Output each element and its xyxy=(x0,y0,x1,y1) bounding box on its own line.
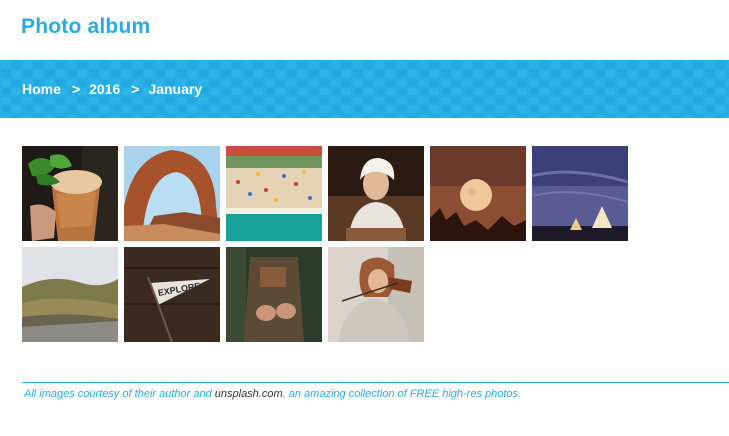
footer-divider xyxy=(22,382,729,383)
photo-leather-apron-crafting[interactable] xyxy=(226,247,322,342)
credits-text-before: All images courtesy of their author and xyxy=(24,388,215,400)
photo-gallery: EXPLORE xyxy=(22,146,628,342)
photo-girl-violin[interactable] xyxy=(328,247,424,342)
breadcrumb-banner: Home > 2016 > January xyxy=(0,60,729,118)
breadcrumb-separator: > xyxy=(131,81,140,97)
photo-full-moon-trees[interactable] xyxy=(430,146,526,241)
breadcrumb-home-link[interactable]: Home xyxy=(22,81,61,97)
breadcrumb: Home > 2016 > January xyxy=(22,81,202,97)
photo-desert-rock-arch[interactable] xyxy=(124,146,220,241)
photo-mint-drink-copper-mug[interactable] xyxy=(22,146,118,241)
credits-text-after: , an amazing collection of FREE high-res… xyxy=(282,388,522,400)
image-credits: All images courtesy of their author and … xyxy=(24,388,521,400)
photo-woman-headscarf[interactable] xyxy=(328,146,424,241)
breadcrumb-separator: > xyxy=(71,81,81,97)
breadcrumb-current-month: January xyxy=(148,81,203,97)
photo-mountain-valley-road[interactable] xyxy=(22,247,118,342)
breadcrumb-year-link[interactable]: 2016 xyxy=(89,81,120,97)
photo-explore-pennant[interactable]: EXPLORE xyxy=(124,247,220,342)
page-title: Photo album xyxy=(21,15,151,38)
photo-aerial-beach[interactable] xyxy=(226,146,322,241)
photo-teepee-night-sky[interactable] xyxy=(532,146,628,241)
unsplash-link[interactable]: unsplash.com xyxy=(215,388,283,400)
